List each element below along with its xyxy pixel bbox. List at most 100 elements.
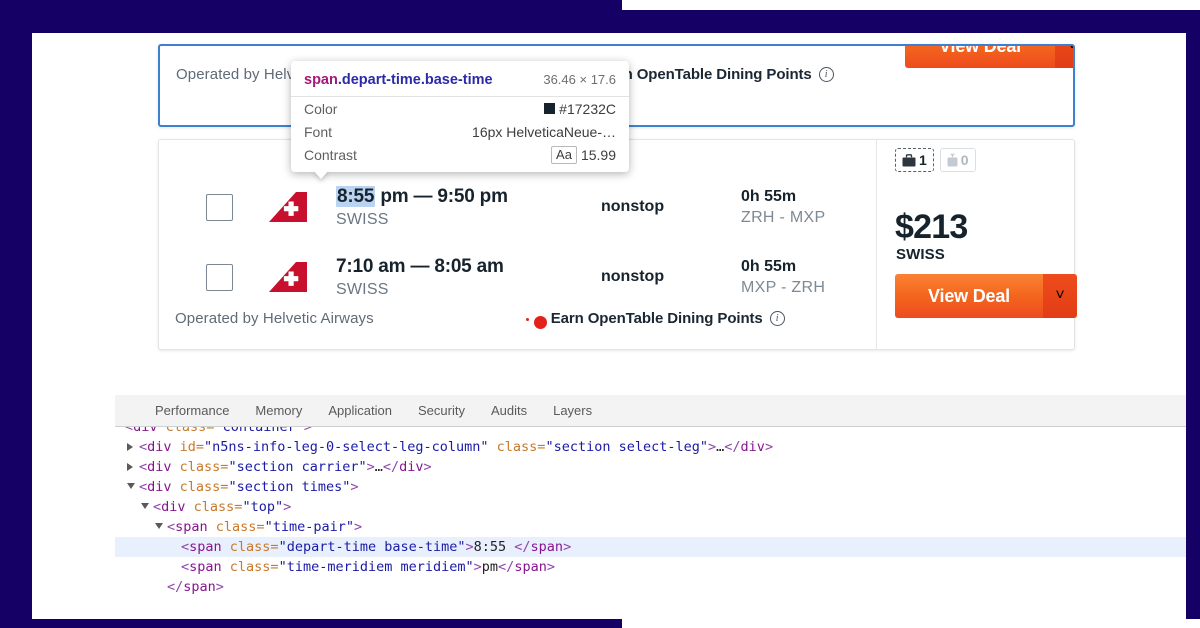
disclosure-triangle-open-icon[interactable] bbox=[141, 503, 149, 509]
top-right-white-strip bbox=[622, 0, 1200, 10]
tooltip-row-text: 16px HelveticaNeue-… bbox=[472, 123, 616, 140]
view-deal-button[interactable]: View Deal ˅ bbox=[895, 274, 1077, 318]
price-panel: 1 0 $213 SWISS View Deal ˅ bbox=[876, 140, 1077, 349]
disclosure-triangle-open-icon[interactable] bbox=[127, 483, 135, 489]
dom-token: "section times" bbox=[228, 479, 351, 495]
dom-token: span bbox=[175, 519, 208, 535]
dom-node[interactable]: <div class="container"> bbox=[115, 427, 1186, 437]
dom-token: div bbox=[740, 439, 765, 455]
checked-bag-count: 1 bbox=[919, 152, 927, 168]
dom-token: </ bbox=[514, 539, 531, 555]
dom-token: class= bbox=[171, 479, 229, 495]
dom-token: class= bbox=[221, 539, 279, 555]
dom-token: class= bbox=[157, 427, 215, 435]
dom-token: "section select-leg" bbox=[545, 439, 708, 455]
dom-token: div bbox=[147, 459, 172, 475]
swiss-airline-logo-icon bbox=[265, 259, 311, 295]
dom-node[interactable]: <span class="time-pair"> bbox=[115, 517, 1186, 537]
dom-node[interactable]: </span> bbox=[115, 577, 1186, 597]
view-deal-chevron-down-icon-top[interactable]: ˅ bbox=[1055, 46, 1073, 68]
disclosure-triangle-open-icon[interactable] bbox=[155, 523, 163, 529]
color-swatch-icon bbox=[544, 103, 556, 114]
checked-bag-chip[interactable]: 1 bbox=[895, 148, 934, 172]
dom-token: "container" bbox=[214, 427, 304, 435]
devtools-tab-application[interactable]: Application bbox=[328, 403, 392, 418]
dom-token: div bbox=[147, 479, 172, 495]
dom-token: span bbox=[189, 539, 222, 555]
dom-token: < bbox=[181, 539, 190, 555]
flight-carrier-name: SWISS bbox=[336, 280, 389, 298]
devtools-tab-bar: Performance Memory Application Security Audi… bbox=[115, 395, 1186, 427]
opentable-dining[interactable]: Earn OpenTable Dining Points i bbox=[525, 310, 785, 332]
dom-token: > bbox=[423, 459, 432, 475]
tooltip-row-value: 16px HelveticaNeue-… bbox=[472, 124, 616, 140]
flight-select-checkbox[interactable] bbox=[206, 263, 233, 291]
tooltip-row-value: #17232C bbox=[544, 101, 616, 117]
dom-token: </ bbox=[167, 579, 184, 595]
dom-node[interactable]: <div id="n5ns-info-leg-0-select-leg-colu… bbox=[115, 437, 1186, 457]
tooltip-header: span.depart-time.base-time 36.46 × 17.6 bbox=[291, 61, 629, 97]
inspected-depart-time[interactable]: 8:55 bbox=[336, 185, 376, 207]
carryon-bag-chip[interactable]: 0 bbox=[939, 148, 976, 172]
disclosure-triangle-closed-icon[interactable] bbox=[127, 443, 133, 451]
dom-token: < bbox=[125, 427, 134, 435]
devtools-dom-tree[interactable]: <div class="container"> <div id="n5ns-inf… bbox=[115, 427, 1186, 619]
dom-token: > bbox=[546, 559, 555, 575]
dom-node[interactable]: <div class="top"> bbox=[115, 497, 1186, 517]
dom-token: < bbox=[139, 459, 148, 475]
dom-token: > bbox=[283, 499, 292, 515]
dom-node[interactable]: <span class="time-meridiem meridiem">pm<… bbox=[115, 557, 1186, 577]
flight-time-line: 7:10 am — 8:05 am bbox=[336, 256, 601, 278]
flight-select-checkbox[interactable] bbox=[206, 193, 233, 221]
flight-time-rest: pm — 9:50 pm bbox=[375, 185, 508, 207]
dom-token: > bbox=[465, 539, 474, 555]
dom-token: > bbox=[764, 439, 774, 455]
dom-token: < bbox=[139, 479, 148, 495]
devtools-tab-audits[interactable]: Audits bbox=[491, 403, 527, 418]
dom-token: > bbox=[708, 439, 717, 455]
price-amount: $213 bbox=[895, 208, 968, 246]
dom-node-selected[interactable]: <span class="depart-time base-time">8:55… bbox=[115, 537, 1186, 557]
card-footer-main: Operated by Helvetic Airways Earn OpenTa… bbox=[175, 310, 891, 332]
flight-row[interactable]: 8:55 pm — 9:50 pm SWISS nonstop 0h 55m Z… bbox=[159, 174, 891, 240]
tooltip-selector-classes: .depart-time.base-time bbox=[337, 72, 493, 88]
flight-time-line: 8:55 pm — 9:50 pm bbox=[336, 185, 601, 208]
flight-row[interactable]: 7:10 am — 8:05 am SWISS nonstop 0h 55m M… bbox=[159, 244, 891, 310]
contrast-aa-badge: Aa bbox=[551, 145, 577, 164]
price-provider: SWISS bbox=[896, 246, 945, 263]
flight-duration: 0h 55m bbox=[741, 257, 797, 275]
devtools-tab-performance[interactable]: Performance bbox=[155, 403, 229, 418]
briefcase-icon bbox=[902, 153, 916, 166]
dom-token: "section carrier" bbox=[228, 459, 367, 475]
info-icon-top[interactable]: i bbox=[818, 67, 834, 82]
tooltip-row-text: 15.99 bbox=[580, 146, 616, 163]
devtools-tab-memory[interactable]: Memory bbox=[255, 403, 302, 418]
dom-token: class= bbox=[185, 499, 243, 515]
dom-token: 8:55 bbox=[473, 539, 515, 555]
view-deal-chevron-down-icon[interactable]: ˅ bbox=[1043, 274, 1077, 318]
view-deal-button-top[interactable]: View Deal ˅ bbox=[905, 46, 1073, 68]
dom-token: class= bbox=[221, 559, 279, 575]
tooltip-selector-tag: span bbox=[304, 72, 338, 88]
dom-token: pm bbox=[481, 559, 499, 575]
devtools-tab-security[interactable]: Security bbox=[418, 403, 465, 418]
dom-node[interactable]: <div class="section carrier">…</div> bbox=[115, 457, 1186, 477]
dom-token: class= bbox=[488, 439, 546, 455]
flight-time-column: 8:55 pm — 9:50 pm SWISS bbox=[336, 185, 601, 229]
dom-token: span bbox=[514, 559, 547, 575]
baggage-allowance-row: 1 0 bbox=[895, 148, 976, 172]
disclosure-triangle-closed-icon[interactable] bbox=[127, 463, 133, 471]
flight-route: ZRH - MXP bbox=[741, 208, 826, 226]
dom-token: > bbox=[303, 427, 312, 435]
dom-token: "depart-time base-time" bbox=[278, 539, 466, 555]
tooltip-row-font: Font 16px HelveticaNeue-… bbox=[291, 120, 629, 143]
view-deal-label-top: View Deal bbox=[905, 46, 1055, 68]
info-icon[interactable]: i bbox=[769, 311, 785, 326]
dom-token: class= bbox=[207, 519, 265, 535]
dom-node[interactable]: <div class="section times"> bbox=[115, 477, 1186, 497]
dom-token: div bbox=[399, 459, 424, 475]
dom-token: </ bbox=[724, 439, 741, 455]
devtools-tab-layers[interactable]: Layers bbox=[553, 403, 592, 418]
dom-token: "n5ns-info-leg-0-select-leg-column" bbox=[204, 439, 489, 455]
dining-points-label-top: Earn OpenTable Dining Points bbox=[599, 66, 812, 83]
